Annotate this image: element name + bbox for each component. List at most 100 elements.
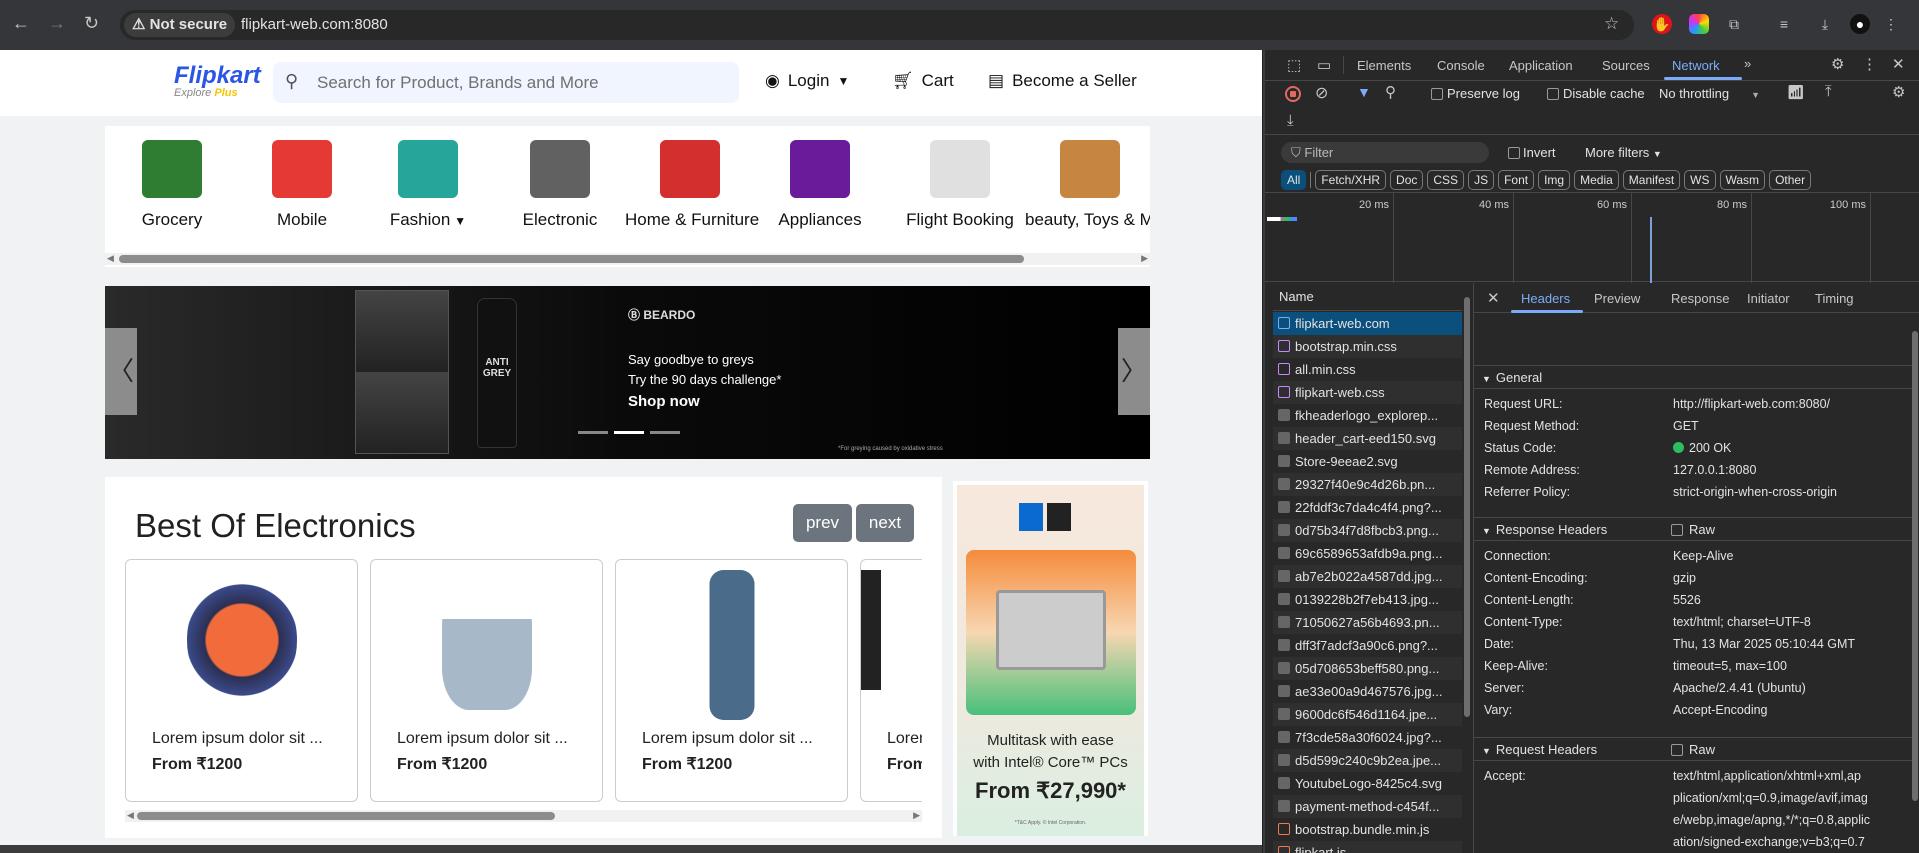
- filter-chip-css[interactable]: CSS: [1427, 170, 1465, 190]
- request-row[interactable]: 0139228b2f7eb413.jpg...: [1273, 588, 1462, 611]
- header-value[interactable]: gzip: [1673, 571, 1696, 585]
- request-row[interactable]: 9600dc6f546d1164.jpe...: [1273, 703, 1462, 726]
- filter-chip-js[interactable]: JS: [1468, 170, 1495, 190]
- response-headers-section-header[interactable]: ▼ Response Headers Raw: [1474, 517, 1914, 541]
- next-button[interactable]: next: [856, 504, 914, 542]
- header-value[interactable]: 5526: [1673, 593, 1701, 607]
- filter-chip-fetchxhr[interactable]: Fetch/XHR: [1315, 170, 1387, 190]
- filter-funnel-icon[interactable]: ▼: [1357, 84, 1371, 100]
- search-box[interactable]: ⚲: [273, 62, 739, 103]
- request-row[interactable]: payment-method-c454f...: [1273, 795, 1462, 818]
- category-item[interactable]: Mobile: [237, 140, 367, 230]
- request-row[interactable]: ab7e2b022a4587dd.jpg...: [1273, 565, 1462, 588]
- request-row[interactable]: 69c6589653afdb9a.png...: [1273, 542, 1462, 565]
- device-toolbar-icon[interactable]: ▭: [1317, 56, 1331, 74]
- download-icon[interactable]: ⤓: [1815, 14, 1835, 34]
- filter-chip-media[interactable]: Media: [1574, 170, 1619, 190]
- import-har-icon[interactable]: ⤒: [1825, 83, 1832, 100]
- header-value[interactable]: GET: [1673, 419, 1699, 433]
- general-section-header[interactable]: ▼ General: [1474, 365, 1914, 389]
- request-row[interactable]: flipkart-web.com: [1273, 312, 1462, 335]
- search-input[interactable]: [317, 62, 717, 103]
- category-item[interactable]: Grocery: [107, 140, 237, 230]
- promo-banner-carousel[interactable]: 〈 ANTI GREY Ⓑ BEARDO Say goodbye to grey…: [105, 286, 1150, 459]
- export-har-icon[interactable]: ⤓: [1287, 112, 1294, 129]
- back-icon[interactable]: ←: [12, 13, 30, 34]
- extension-color-icon[interactable]: [1689, 14, 1709, 34]
- network-settings-icon[interactable]: ⚙: [1892, 83, 1905, 101]
- product-card[interactable]: Lorem ipsum dolor sit ... From ₹1200: [615, 559, 848, 802]
- media-icon[interactable]: ≡: [1774, 14, 1794, 34]
- forward-icon[interactable]: →: [48, 13, 66, 34]
- scroll-right-icon[interactable]: ▶: [1141, 253, 1148, 264]
- request-row[interactable]: YoutubeLogo-8425c4.svg: [1273, 772, 1462, 795]
- product-card[interactable]: Lorem ipsum dolor sit ... From ₹1200: [860, 559, 922, 802]
- request-row[interactable]: Store-9eeae2.svg: [1273, 450, 1462, 473]
- category-item[interactable]: Home & Furniture: [625, 140, 759, 230]
- disable-cache-checkbox[interactable]: [1547, 88, 1559, 100]
- settings-gear-icon[interactable]: ⚙: [1831, 55, 1844, 73]
- filter-input[interactable]: ⛉ Filter: [1281, 142, 1489, 163]
- close-devtools-icon[interactable]: ✕: [1892, 55, 1905, 73]
- category-scrollbar[interactable]: ◀ ▶: [105, 253, 1150, 265]
- network-overview-timeline[interactable]: 20 ms 40 ms 60 ms 80 ms 100 ms: [1265, 192, 1919, 283]
- carousel-indicator[interactable]: [578, 431, 608, 434]
- carousel-next-button[interactable]: 〉: [1118, 328, 1150, 415]
- product-card[interactable]: Lorem ipsum dolor sit ... From ₹1200: [125, 559, 358, 802]
- header-value[interactable]: Thu, 13 Mar 2025 05:10:44 GMT: [1673, 637, 1855, 651]
- product-scrollbar[interactable]: ◀ ▶: [125, 810, 922, 822]
- request-row[interactable]: 7f3cde58a30f6024.jpg?...: [1273, 726, 1462, 749]
- record-stop-icon[interactable]: [1285, 86, 1301, 102]
- extension-adblock-icon[interactable]: ✋: [1652, 14, 1672, 34]
- inspect-element-icon[interactable]: ⬚: [1287, 56, 1301, 74]
- login-button[interactable]: ◉ Login ▼: [765, 71, 849, 91]
- more-options-icon[interactable]: ⋮: [1862, 55, 1877, 73]
- header-value[interactable]: Apache/2.4.41 (Ubuntu): [1673, 681, 1806, 695]
- address-bar[interactable]: ⚠ Not secure flipkart-web.com:8080 ☆: [120, 10, 1634, 40]
- preserve-log-checkbox[interactable]: [1431, 88, 1443, 100]
- detail-tab-response[interactable]: Response: [1671, 291, 1730, 306]
- header-value[interactable]: text/html; charset=UTF-8: [1673, 615, 1811, 629]
- throttling-select[interactable]: No throttling ▼: [1659, 86, 1760, 101]
- category-item[interactable]: beauty, Toys & More: [1025, 140, 1150, 230]
- request-row[interactable]: all.min.css: [1273, 358, 1462, 381]
- filter-chip-doc[interactable]: Doc: [1390, 170, 1424, 190]
- more-tabs-icon[interactable]: »: [1744, 56, 1751, 71]
- header-value[interactable]: http://flipkart-web.com:8080/: [1673, 397, 1830, 411]
- request-row[interactable]: d5d599c240c9b2ea.jpe...: [1273, 749, 1462, 772]
- tab-sources[interactable]: Sources: [1602, 58, 1650, 73]
- name-column-header[interactable]: Name: [1279, 289, 1314, 304]
- header-value[interactable]: timeout=5, max=100: [1673, 659, 1787, 673]
- invert-checkbox[interactable]: [1508, 147, 1520, 159]
- request-row[interactable]: 22fddf3c7da4c4f4.png?...: [1273, 496, 1462, 519]
- tab-network[interactable]: Network: [1672, 58, 1720, 73]
- carousel-indicator-active[interactable]: [614, 431, 644, 434]
- header-value-line[interactable]: text/html,application/xhtml+xml,ap: [1673, 769, 1861, 783]
- filter-chip-other[interactable]: Other: [1769, 170, 1812, 190]
- category-item[interactable]: Fashion ▼: [363, 140, 493, 230]
- header-value[interactable]: Accept-Encoding: [1673, 703, 1768, 717]
- filter-chip-font[interactable]: Font: [1498, 170, 1535, 190]
- tab-application[interactable]: Application: [1509, 58, 1573, 73]
- become-seller-button[interactable]: ▤ Become a Seller: [988, 71, 1137, 91]
- filter-chip-wasm[interactable]: Wasm: [1719, 170, 1766, 190]
- request-row[interactable]: fkheaderlogo_explorep...: [1273, 404, 1462, 427]
- cart-button[interactable]: 🛒︎ Cart: [892, 71, 954, 91]
- security-chip[interactable]: ⚠ Not secure: [124, 13, 236, 37]
- header-value[interactable]: Keep-Alive: [1673, 549, 1733, 563]
- tab-console[interactable]: Console: [1437, 58, 1485, 73]
- category-item[interactable]: Electronic: [495, 140, 625, 230]
- header-value-line[interactable]: e/webp,image/apng,*/*;q=0.8,applic: [1673, 813, 1870, 827]
- search-icon[interactable]: ⚲: [1385, 83, 1396, 101]
- menu-icon[interactable]: ⋮: [1881, 14, 1901, 34]
- tab-elements[interactable]: Elements: [1357, 58, 1411, 73]
- reload-icon[interactable]: ↻: [84, 13, 99, 34]
- detail-tab-headers[interactable]: Headers: [1521, 291, 1570, 306]
- flipkart-logo[interactable]: Flipkart Explore Plus: [174, 62, 261, 99]
- scrollbar-thumb[interactable]: [137, 812, 555, 820]
- detail-tab-preview[interactable]: Preview: [1594, 291, 1640, 306]
- filter-chip-manifest[interactable]: Manifest: [1622, 170, 1681, 190]
- header-value[interactable]: 127.0.0.1:8080: [1673, 463, 1756, 477]
- url-text[interactable]: flipkart-web.com:8080: [241, 16, 388, 33]
- request-row[interactable]: flipkart-web.css: [1273, 381, 1462, 404]
